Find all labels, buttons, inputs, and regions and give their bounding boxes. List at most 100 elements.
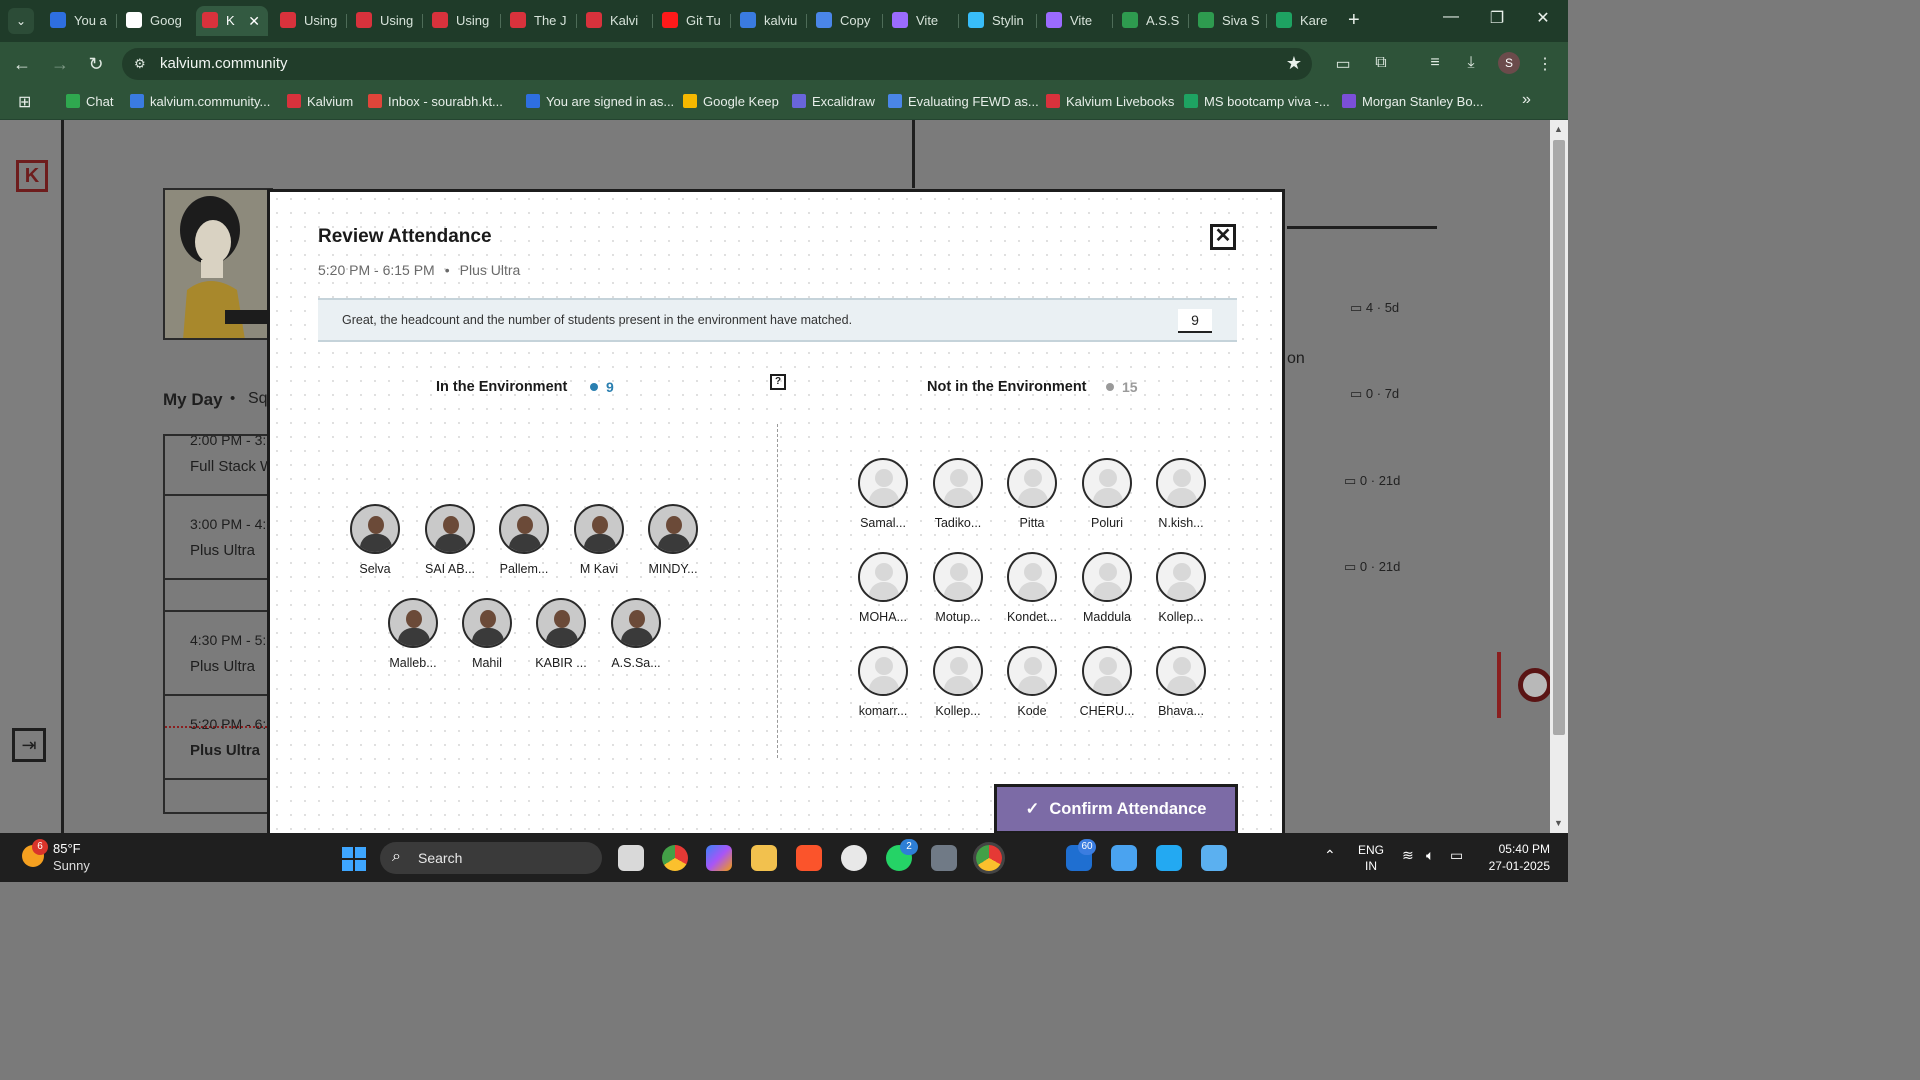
present-student[interactable]: Mahil xyxy=(449,598,525,670)
present-student[interactable]: M Kavi xyxy=(561,504,637,576)
present-student[interactable]: Selva xyxy=(337,504,413,576)
absent-student[interactable]: Samal... xyxy=(845,458,921,530)
bookmark-item[interactable]: MS bootcamp viva -... xyxy=(1184,94,1330,109)
notepad-icon[interactable] xyxy=(1111,845,1137,871)
vscode-icon[interactable] xyxy=(1156,845,1182,871)
forward-button[interactable]: → xyxy=(48,54,72,74)
tray-chevron-icon[interactable]: ⌃ xyxy=(1324,847,1336,864)
bookmark-item[interactable]: Google Keep xyxy=(683,94,779,109)
task-view-icon[interactable] xyxy=(618,845,644,871)
confirm-attendance-button[interactable]: ✓ Confirm Attendance xyxy=(994,784,1238,834)
help-lifebuoy-icon[interactable] xyxy=(1518,668,1550,702)
absent-student[interactable]: Kollep... xyxy=(920,646,996,718)
bookmark-item[interactable]: Evaluating FEWD as... xyxy=(888,94,1039,109)
browser-tab[interactable]: Kalvi xyxy=(580,6,650,36)
absent-student[interactable]: Kondet... xyxy=(994,552,1070,624)
browser-tab[interactable]: kalviu xyxy=(734,6,804,36)
language-indicator[interactable]: ENG IN xyxy=(1358,842,1384,874)
bookmark-item[interactable]: Kalvium Livebooks xyxy=(1046,94,1174,109)
bookmark-item[interactable]: kalvium.community... xyxy=(130,94,270,109)
close-window-button[interactable]: ✕ xyxy=(1528,8,1558,28)
chrome-profile-icon[interactable] xyxy=(976,845,1002,871)
bookmark-item[interactable]: Excalidraw xyxy=(792,94,875,109)
present-student[interactable]: KABIR ... xyxy=(523,598,599,670)
extensions-icon[interactable]: ⧉ xyxy=(1370,54,1392,72)
bookmark-item[interactable]: Kalvium xyxy=(287,94,353,109)
logout-icon[interactable]: ⇥ xyxy=(12,728,46,762)
file-explorer-icon[interactable] xyxy=(751,845,777,871)
absent-student[interactable]: Pitta xyxy=(994,458,1070,530)
browser-tab[interactable]: Using xyxy=(350,6,420,36)
absent-student[interactable]: N.kish... xyxy=(1143,458,1219,530)
absent-student[interactable]: Poluri xyxy=(1069,458,1145,530)
absent-student[interactable]: Bhava... xyxy=(1143,646,1219,718)
brave-icon[interactable] xyxy=(796,845,822,871)
battery-icon[interactable]: ▭ xyxy=(1450,847,1463,864)
weather-condition[interactable]: Sunny xyxy=(53,858,90,873)
schedule-title[interactable]: Plus Ultra xyxy=(190,742,260,759)
question-help-icon[interactable]: ? xyxy=(770,374,786,390)
browser-tab[interactable]: You a xyxy=(44,6,114,36)
bookmark-item[interactable]: Inbox - sourabh.kt... xyxy=(368,94,503,109)
schedule-title[interactable]: Plus Ultra xyxy=(190,542,255,559)
minimize-button[interactable]: — xyxy=(1436,8,1466,26)
browser-tab[interactable]: Kare xyxy=(1270,6,1340,36)
absent-student[interactable]: Kode xyxy=(994,646,1070,718)
browser-tab[interactable]: A.S.S xyxy=(1116,6,1186,36)
calculator-icon[interactable] xyxy=(931,845,957,871)
schedule-title[interactable]: Plus Ultra xyxy=(190,658,255,675)
browser-tab[interactable]: Copy xyxy=(810,6,880,36)
page-scrollbar[interactable]: ▲ ▼ xyxy=(1550,120,1568,833)
absent-student[interactable]: CHERU... xyxy=(1069,646,1145,718)
bookmark-item[interactable]: Morgan Stanley Bo... xyxy=(1342,94,1483,109)
site-info-icon[interactable]: ⚙ xyxy=(134,56,146,72)
present-student[interactable]: MINDY... xyxy=(635,504,711,576)
absent-student[interactable]: Tadiko... xyxy=(920,458,996,530)
browser-tab[interactable]: Siva S xyxy=(1192,6,1262,36)
absent-student[interactable]: Maddula xyxy=(1069,552,1145,624)
clock-app-icon[interactable] xyxy=(841,845,867,871)
present-student[interactable]: Malleb... xyxy=(375,598,451,670)
absent-student[interactable]: Kollep... xyxy=(1143,552,1219,624)
start-button[interactable] xyxy=(342,847,366,871)
reload-button[interactable]: ↻ xyxy=(84,54,108,74)
media-controls-icon[interactable]: ≡ xyxy=(1424,54,1446,72)
browser-tab[interactable]: Vite xyxy=(886,6,956,36)
present-student[interactable]: Pallem... xyxy=(486,504,562,576)
browser-tab[interactable]: Using xyxy=(426,6,496,36)
browser-tab[interactable]: Git Tu xyxy=(656,6,726,36)
scrollbar-thumb[interactable] xyxy=(1553,140,1565,735)
browser-menu-icon[interactable]: ⋮ xyxy=(1534,54,1556,74)
more-bookmarks-icon[interactable]: » xyxy=(1522,91,1531,109)
system-clock[interactable]: 05:40 PM 27-01-2025 xyxy=(1480,841,1550,875)
close-modal-button[interactable]: ✕ xyxy=(1210,224,1236,250)
browser-tab[interactable]: Using xyxy=(274,6,344,36)
temperature[interactable]: 85°F xyxy=(53,841,81,856)
bookmark-star-icon[interactable]: ★ xyxy=(1286,53,1302,74)
volume-icon[interactable]: 🔈︎ xyxy=(1426,847,1434,864)
cast-icon[interactable]: ▭ xyxy=(1332,54,1354,74)
headcount-input[interactable]: 9 xyxy=(1178,309,1212,333)
new-tab-button[interactable]: + xyxy=(1348,8,1360,32)
browser-tab[interactable]: Stylin xyxy=(962,6,1032,36)
kalvium-logo-icon[interactable]: K xyxy=(16,160,48,192)
restore-button[interactable]: ❐ xyxy=(1482,8,1512,28)
absent-student[interactable]: MOHA... xyxy=(845,552,921,624)
browser-tab[interactable]: Goog xyxy=(120,6,190,36)
downloads-icon[interactable]: ⤓ xyxy=(1460,54,1482,72)
absent-student[interactable]: Motup... xyxy=(920,552,996,624)
present-student[interactable]: A.S.Sa... xyxy=(598,598,674,670)
browser-tab[interactable]: K ✕ xyxy=(196,6,268,36)
tab-search-button[interactable]: ⌄ xyxy=(8,8,34,34)
address-bar[interactable]: ⚙ kalvium.community ★ xyxy=(122,48,1312,80)
back-button[interactable]: ← xyxy=(10,54,34,74)
chrome-icon[interactable] xyxy=(662,845,688,871)
copilot-icon[interactable] xyxy=(706,845,732,871)
apps-grid-icon[interactable]: ⊞ xyxy=(18,92,31,112)
absent-student[interactable]: komarr... xyxy=(845,646,921,718)
bookmark-item[interactable]: Chat xyxy=(66,94,113,109)
browser-tab[interactable]: Vite xyxy=(1040,6,1110,36)
taskbar-search[interactable]: ⌕ Search xyxy=(380,842,602,874)
schedule-title[interactable]: Full Stack W xyxy=(190,458,273,475)
snipping-tool-icon[interactable] xyxy=(1201,845,1227,871)
